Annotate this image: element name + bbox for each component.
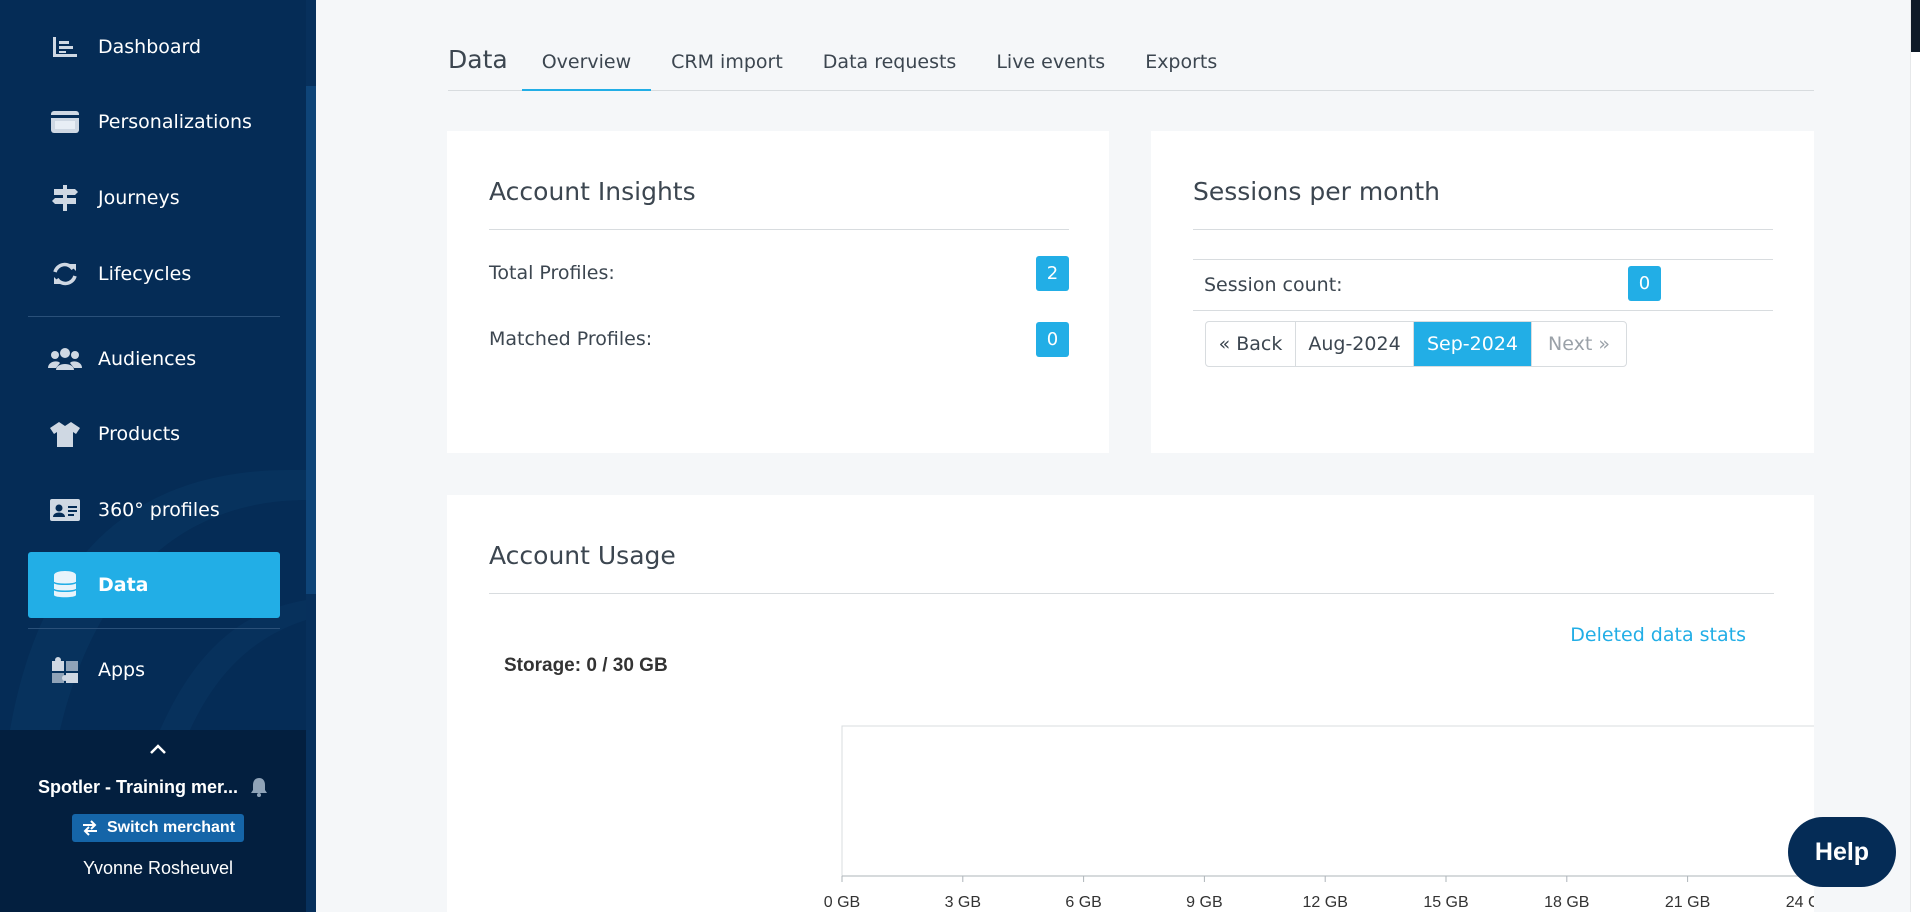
x-tick-label: 21 GB <box>1665 894 1710 911</box>
sidebar-item-lifecycles[interactable]: Lifecycles <box>28 241 280 307</box>
switch-merchant-button[interactable]: Switch merchant <box>72 814 244 842</box>
tab-crm-import[interactable]: CRM import <box>651 51 803 91</box>
sidebar-item-apps[interactable]: Apps <box>28 637 280 703</box>
sessions-title: Sessions per month <box>1193 177 1440 206</box>
sessions-card: Sessions per month Session count: 0 « Ba… <box>1151 131 1814 453</box>
account-insights-card: Account Insights Total Profiles: 2 Match… <box>447 131 1109 453</box>
chart-plot-area <box>841 725 1814 877</box>
chevron-up-icon[interactable] <box>148 740 168 758</box>
sidebar-item-dashboard[interactable]: Dashboard <box>28 14 280 80</box>
x-tick-label: 6 GB <box>1065 894 1101 911</box>
sidebar-item-360-profiles[interactable]: 360° profiles <box>28 477 280 543</box>
switch-arrows-icon <box>82 820 97 836</box>
page-title: Data <box>448 45 508 74</box>
merchant-panel: Spotler - Training mer... Switch merchan… <box>0 730 306 912</box>
nav-divider <box>28 316 280 317</box>
tab-live-events[interactable]: Live events <box>976 51 1125 91</box>
merchant-row: Spotler - Training mer... <box>0 772 306 802</box>
card-divider <box>489 229 1069 230</box>
sidebar-item-label: Dashboard <box>98 36 202 58</box>
x-tick-label: 24 GB <box>1786 894 1814 911</box>
sidebar-item-journeys[interactable]: Journeys <box>28 165 280 231</box>
nav-divider <box>28 628 280 629</box>
database-icon <box>48 570 82 600</box>
total-profiles-label: Total Profiles: <box>489 262 615 284</box>
pager-back-button[interactable]: « Back <box>1206 322 1296 366</box>
main-content: Data Overview CRM import Data requests L… <box>316 0 1910 912</box>
sidebar-item-label: 360° profiles <box>98 499 220 521</box>
sidebar-item-label: Products <box>98 423 181 445</box>
sidebar: Dashboard Personalizations Journeys Life… <box>0 0 316 912</box>
x-tick-label: 12 GB <box>1303 894 1348 911</box>
matched-profiles-badge: 0 <box>1036 322 1069 357</box>
sidebar-item-label: Audiences <box>98 348 197 370</box>
sidebar-item-label: Apps <box>98 659 146 681</box>
users-icon <box>48 344 82 374</box>
id-card-icon <box>48 495 82 525</box>
account-insights-title: Account Insights <box>489 177 696 206</box>
pager-prev-month[interactable]: Aug-2024 <box>1296 322 1414 366</box>
puzzle-icon <box>48 655 82 685</box>
x-tick-label: 15 GB <box>1423 894 1468 911</box>
sidebar-item-label: Lifecycles <box>98 263 192 285</box>
data-tabs: Data Overview CRM import Data requests L… <box>448 40 1814 91</box>
matched-profiles-label: Matched Profiles: <box>489 328 653 350</box>
pager-next-button[interactable]: Next » <box>1532 322 1626 366</box>
sidebar-item-data[interactable]: Data <box>28 552 280 618</box>
signpost-icon <box>48 183 82 213</box>
sidebar-item-label: Journeys <box>98 187 180 209</box>
sidebar-item-label: Data <box>98 574 149 596</box>
sidebar-item-personalizations[interactable]: Personalizations <box>28 89 280 155</box>
x-tick-label: 18 GB <box>1544 894 1589 911</box>
card-divider <box>1193 229 1773 230</box>
session-count-badge: 0 <box>1628 266 1661 301</box>
refresh-icon <box>48 259 82 289</box>
switch-merchant-label: Switch merchant <box>106 819 236 836</box>
tab-overview[interactable]: Overview <box>521 51 652 91</box>
storage-chart: 0 GB 3 GB 6 GB 9 GB 12 GB 15 GB 18 GB 21 GB 24 G… <box>824 725 1814 911</box>
session-count-label: Session count: <box>1204 274 1343 296</box>
x-tick-label: 9 GB <box>1186 894 1222 911</box>
user-name: Yvonne Rosheuvel <box>82 858 234 878</box>
personalizations-icon <box>48 107 82 137</box>
x-tick-label: 0 GB <box>824 894 860 911</box>
x-tick-label: 3 GB <box>945 894 981 911</box>
tab-exports[interactable]: Exports <box>1125 51 1237 91</box>
pager-current-month[interactable]: Sep-2024 <box>1414 322 1532 366</box>
tab-data-requests[interactable]: Data requests <box>803 51 977 91</box>
shirt-icon <box>48 419 82 449</box>
page-scrollbar[interactable] <box>1910 0 1920 912</box>
sidebar-scrollbar[interactable] <box>306 0 316 912</box>
sidebar-item-products[interactable]: Products <box>28 401 280 467</box>
help-button[interactable]: Help <box>1788 817 1896 887</box>
account-usage-card: Account Usage Deleted data stats Storage… <box>447 495 1814 912</box>
total-profiles-badge: 2 <box>1036 256 1069 291</box>
sidebar-item-audiences[interactable]: Audiences <box>28 326 280 392</box>
sidebar-item-label: Personalizations <box>98 111 252 133</box>
month-pager: « Back Aug-2024 Sep-2024 Next » <box>1205 321 1627 367</box>
dashboard-icon <box>48 32 82 62</box>
bell-icon[interactable] <box>250 777 268 797</box>
merchant-name: Spotler - Training mer... <box>37 776 239 797</box>
session-count-row: Session count: 0 <box>1193 259 1773 311</box>
